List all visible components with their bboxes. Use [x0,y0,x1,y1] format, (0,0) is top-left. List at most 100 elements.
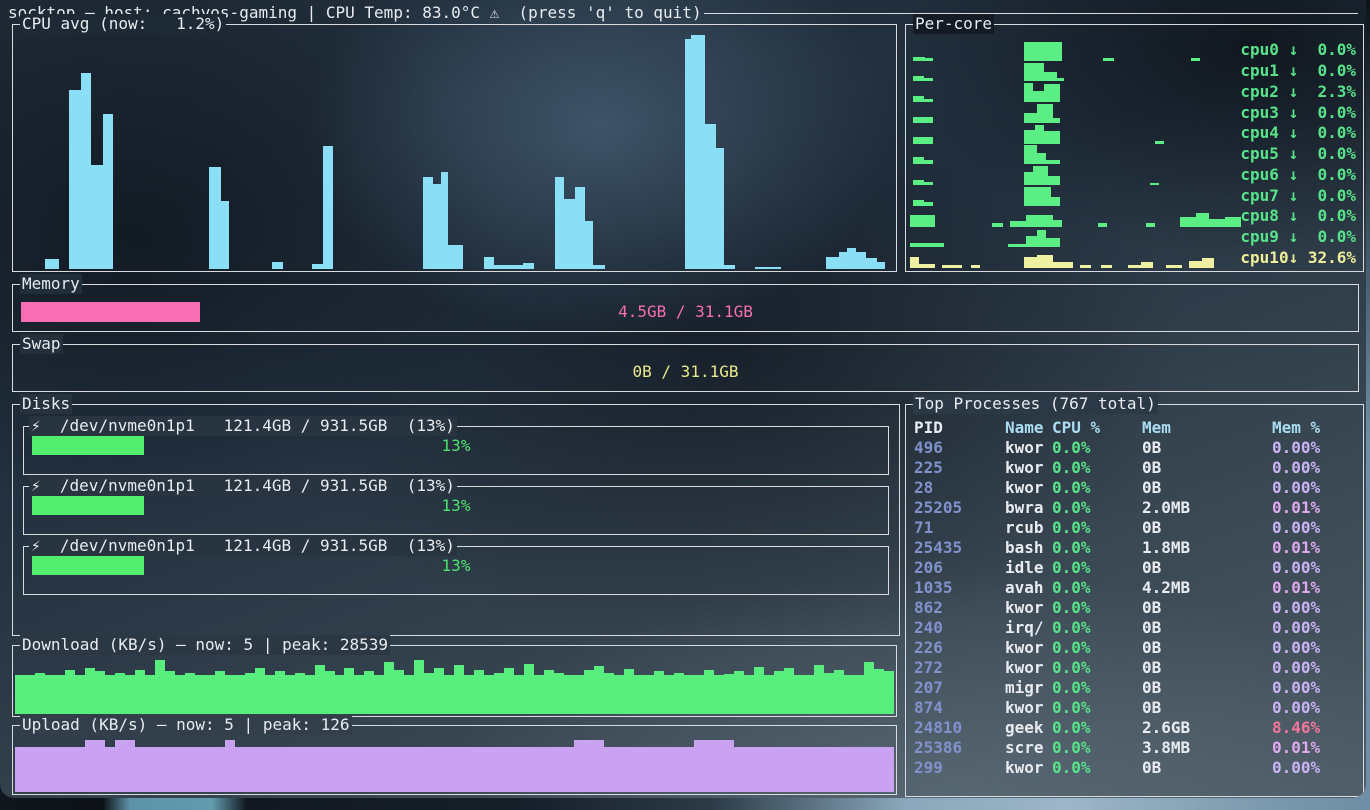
core-row: cpu3 ↓ 0.0% [908,102,1361,123]
net-col [454,747,464,792]
net-col [534,675,544,714]
net-col [774,747,784,792]
cpu-avg-bar [221,201,230,269]
net-col [95,740,105,792]
cpu-avg-bar [448,245,463,269]
net-col [265,747,275,792]
net-col [125,740,135,792]
net-col [564,675,574,714]
net-col [305,747,315,792]
net-col [514,675,524,714]
process-cpu: 0.0% [1052,658,1142,678]
net-col [95,671,105,714]
net-col [654,747,664,792]
process-name: irq/ [1005,618,1052,638]
net-col [784,747,794,792]
cpu-avg-bar [716,148,725,269]
net-col [85,668,95,714]
download-chart [15,658,894,714]
net-col [474,747,484,792]
process-mem-pct: 0.00% [1272,478,1362,498]
net-col [394,670,404,714]
net-col [774,671,784,714]
net-col [674,747,684,792]
net-col [315,747,325,792]
process-row: 272kwor0.0%0B0.00% [907,658,1362,678]
net-col [25,675,35,714]
net-col [764,747,774,792]
net-col [305,675,315,714]
core-label: cpu8 ↓ 0.0% [1240,206,1356,226]
net-col [145,747,155,792]
net-col [285,747,295,792]
net-col [884,671,894,714]
net-col [424,747,434,792]
net-col [754,747,764,792]
net-col [814,665,824,714]
process-row: 71rcub0.0%0B0.00% [907,518,1362,538]
process-name: kwor [1005,658,1052,678]
net-col [275,747,285,792]
core-spark-bar [1037,153,1046,164]
cpu-avg-bar [724,265,735,269]
core-spark-bar [1080,265,1091,268]
core-label: cpu5 ↓ 0.0% [1240,144,1356,164]
net-col [165,747,175,792]
per-core-rows: cpu0 ↓ 0.0%cpu1 ↓ 0.0%cpu2 ↓ 2.3%cpu3 ↓ … [908,40,1361,268]
core-spark-bar [913,157,924,164]
net-col [534,747,544,792]
net-col [15,747,25,792]
process-mem: 0B [1142,458,1272,478]
net-col [384,662,394,714]
core-row: cpu10↓ 32.6% [908,247,1361,268]
process-cpu: 0.0% [1052,558,1142,578]
core-spark-bar [1202,258,1213,268]
process-mem: 0B [1142,618,1272,638]
net-col [364,671,374,714]
process-mem-pct: 0.00% [1272,458,1362,478]
cpu-avg-bar [866,258,877,269]
net-col [744,747,754,792]
core-row: cpu0 ↓ 0.0% [908,40,1361,61]
net-col [604,747,614,792]
net-col [684,747,694,792]
cpu-avg-bar [826,257,838,269]
core-label: cpu2 ↓ 2.3% [1240,82,1356,102]
process-row: 299kwor0.0%0B0.00% [907,758,1362,778]
process-row: 226kwor0.0%0B0.00% [907,638,1362,658]
net-col [834,670,844,714]
process-mem: 4.2MB [1142,578,1272,598]
net-col [734,747,744,792]
core-spark-bar [1189,261,1203,268]
cpu-avg-bar [45,259,59,269]
net-col [634,747,644,792]
net-col [824,673,834,714]
process-mem-pct: 0.00% [1272,658,1362,678]
process-row: 874kwor0.0%0B0.00% [907,698,1362,718]
process-name: rcub [1005,518,1052,538]
cpu-avg-bar [441,172,448,269]
net-col [225,740,235,792]
net-col [185,673,195,714]
net-col [504,747,514,792]
process-cpu: 0.0% [1052,598,1142,618]
memory-label: 4.5GB / 31.1GB [13,302,1358,322]
net-col [804,747,814,792]
disk-device: /dev/nvme0n1p1 [60,416,224,436]
net-col [175,747,185,792]
swap-panel: Swap 0B / 31.1GB [12,344,1359,392]
core-row: cpu6 ↓ 0.0% [908,164,1361,185]
column-header-cpu: CPU % [1052,418,1142,438]
cpu-avg-bar [839,252,848,269]
core-label: cpu4 ↓ 0.0% [1240,123,1356,143]
column-header-mem: Mem % [1272,418,1362,438]
cpu-avg-bar [209,167,220,269]
net-col [514,747,524,792]
process-cpu: 0.0% [1052,758,1142,778]
net-col [494,747,504,792]
net-col [315,665,325,714]
process-pid: 28 [914,478,1005,498]
net-col [884,747,894,792]
memory-panel: Memory 4.5GB / 31.1GB [12,284,1359,332]
cpu-avg-bar [575,187,585,269]
